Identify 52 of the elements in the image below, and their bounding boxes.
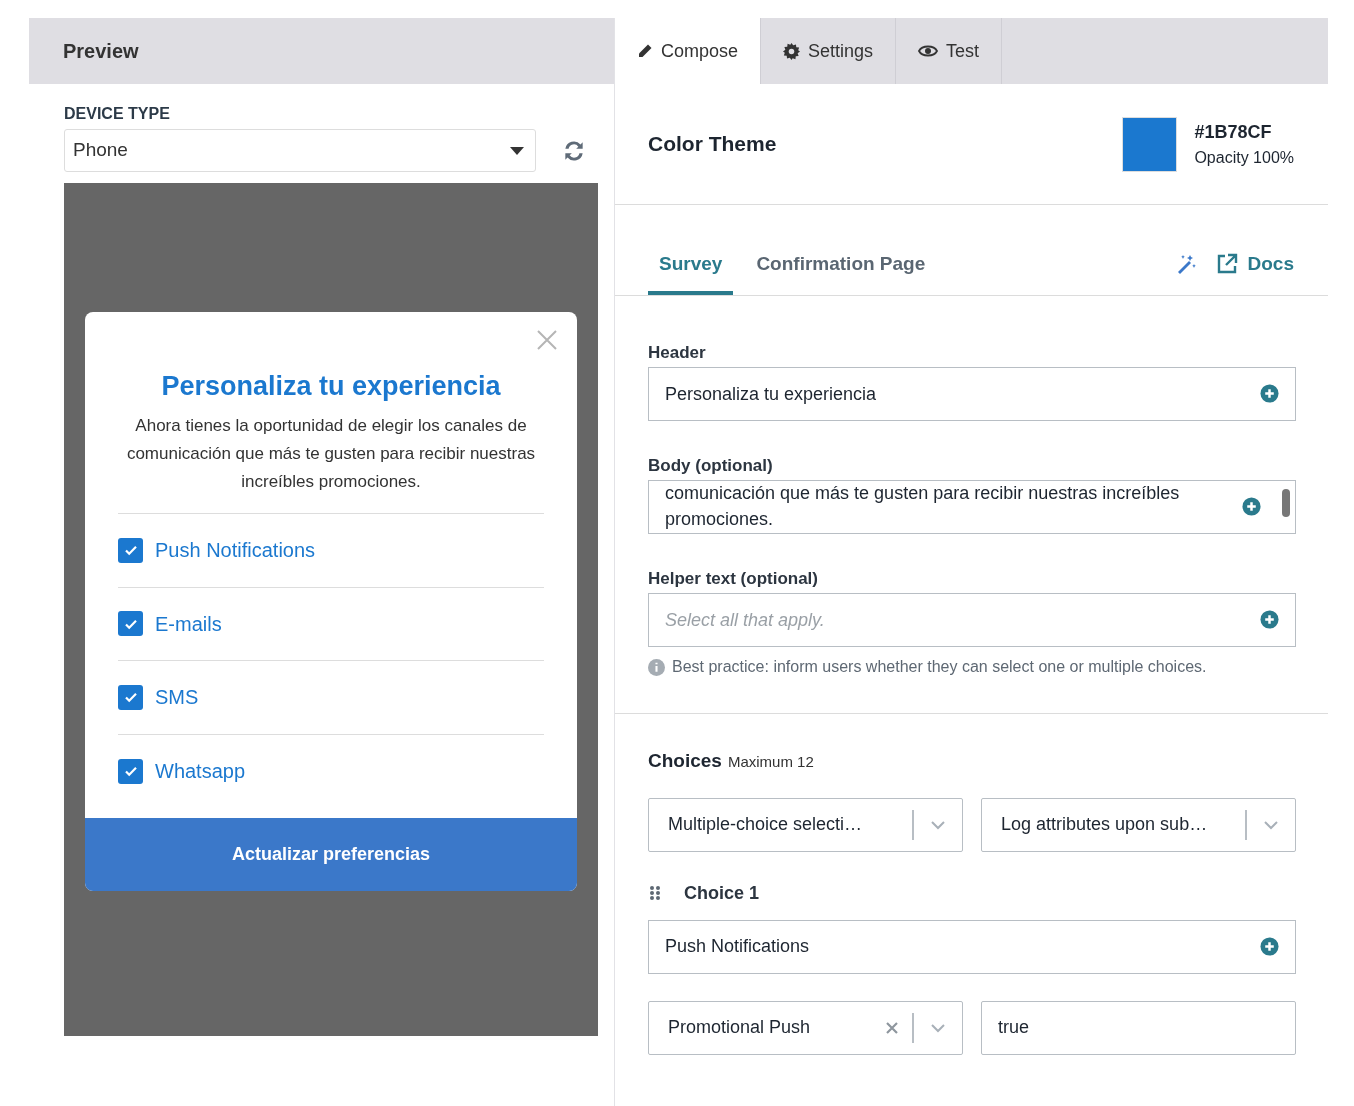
field-label: Helper text (optional)	[648, 568, 819, 588]
subtab[interactable]: Confirmation Page	[745, 237, 937, 295]
chevron-icon	[1263, 819, 1279, 830]
helper-note: Best practice: inform users whether they can select one or multiple choices.	[672, 657, 1207, 677]
device-type-select[interactable]: Phone	[64, 129, 536, 172]
caret-icon	[510, 146, 524, 155]
panel-title: Preview	[63, 39, 139, 64]
section-title: Color Theme	[648, 131, 777, 158]
section-title: Choices	[648, 749, 722, 773]
text-field[interactable]: Push Notifications	[648, 919, 1296, 974]
scrollbar-thumb[interactable]	[1282, 489, 1290, 517]
log-attributes-select[interactable]: Log attributes upon sub…	[981, 797, 1296, 852]
checkbox[interactable]	[118, 758, 143, 784]
max-count: Maximum 12	[727, 752, 814, 772]
add-icon[interactable]	[1260, 610, 1279, 629]
update-preferences-button[interactable]: Actualizar preferencias	[85, 818, 577, 891]
info-icon	[648, 658, 665, 676]
field-label: Body (optional)	[648, 455, 774, 475]
option-label: Whatsapp	[155, 759, 246, 785]
eye-icon	[918, 44, 939, 58]
attribute-value-field[interactable]: true	[981, 1000, 1296, 1055]
option-label: Push Notifications	[155, 538, 316, 564]
field-label: DEVICE TYPE	[64, 104, 171, 124]
checkbox[interactable]	[118, 684, 143, 710]
add-icon[interactable]	[1260, 936, 1279, 956]
choice-type-select[interactable]: Multiple-choice selecti…	[648, 797, 963, 852]
attribute-select[interactable]: Promotional Push	[648, 1000, 963, 1055]
choice-label: Choice 1	[684, 881, 760, 905]
drag-handle-icon[interactable]	[648, 885, 662, 901]
tab[interactable]: Compose	[615, 18, 762, 84]
text-field[interactable]: Personaliza tu experiencia	[648, 367, 1296, 421]
chevron-icon	[930, 1022, 946, 1033]
pencil-icon	[637, 43, 653, 59]
settings-icon	[783, 42, 801, 60]
subtab[interactable]: Survey	[648, 237, 734, 295]
external-link-icon	[1215, 253, 1238, 275]
color-swatch[interactable]	[1122, 116, 1178, 172]
color-hex: #1B78CF	[1194, 120, 1273, 144]
modal-title: Personaliza tu experiencia	[160, 370, 502, 402]
field-label: Header	[648, 342, 707, 362]
modal-body: Ahora tienes la oportunidad de elegir los canales de comunicación que más te gusten para recibir nuestras increíbles promociones.	[125, 415, 537, 493]
opacity-value: Opacity 100%	[1194, 147, 1294, 168]
option-label: SMS	[155, 685, 199, 711]
add-icon[interactable]	[1242, 497, 1261, 516]
checkbox[interactable]	[118, 611, 143, 637]
clear-icon[interactable]	[886, 1021, 898, 1034]
chevron-icon	[930, 819, 946, 830]
option-label: E-mails	[155, 611, 222, 637]
checkbox[interactable]	[118, 537, 143, 563]
docs-link[interactable]: Docs	[1215, 249, 1294, 279]
add-icon[interactable]	[1260, 384, 1279, 403]
text-field[interactable]: comunicación que más te gusten para recibir nuestras increíbles promociones.	[648, 480, 1296, 534]
